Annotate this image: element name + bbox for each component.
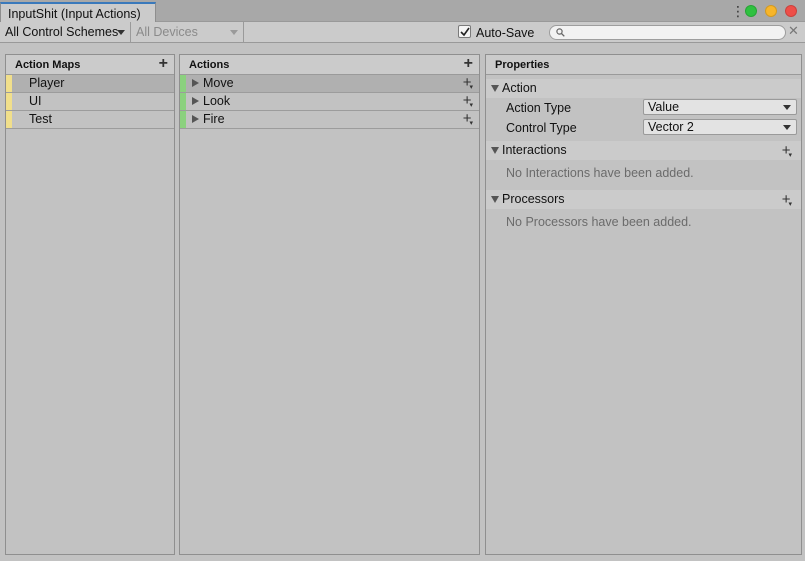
search-field[interactable] — [549, 25, 786, 40]
action-map-color-strip — [6, 75, 12, 92]
processors-empty-message: No Processors have been added. — [506, 215, 692, 229]
collapse-arrow-icon[interactable] — [491, 85, 499, 92]
action-label: Look — [203, 94, 231, 108]
add-interaction-icon[interactable]: +▾ — [782, 141, 794, 163]
search-input[interactable] — [568, 26, 778, 39]
action-map-item-test[interactable]: Test — [6, 111, 174, 129]
autosave-checkbox[interactable] — [458, 25, 471, 38]
action-type-label: Action Type — [506, 101, 572, 115]
action-type-row: Action Type Value — [486, 98, 801, 118]
action-color-strip — [180, 111, 186, 128]
control-type-row: Control Type Vector 2 — [486, 118, 801, 138]
actions-title: Actions — [189, 59, 230, 71]
more-options-icon[interactable]: ⋮ — [731, 4, 745, 18]
expand-arrow-icon[interactable] — [192, 115, 199, 123]
processors-section-header[interactable]: Processors +▾ — [486, 190, 801, 209]
action-item-fire[interactable]: Fire +▾ — [180, 111, 479, 129]
action-section-title: Action — [502, 81, 537, 95]
add-action-map-icon[interactable]: + — [159, 56, 168, 72]
checkmark-icon — [460, 27, 470, 37]
action-section-header[interactable]: Action — [486, 79, 801, 98]
control-type-label: Control Type — [506, 121, 577, 135]
action-type-value: Value — [648, 100, 680, 114]
toolbar: All Control Schemes All Devices Auto-Sav… — [0, 22, 805, 43]
properties-header: Properties — [486, 55, 801, 75]
properties-panel: Properties Action Action Type Value Cont… — [485, 54, 802, 555]
collapse-arrow-icon[interactable] — [491, 147, 499, 154]
devices-dropdown: All Devices — [131, 22, 244, 43]
window-controls: ⋮ — [731, 4, 797, 18]
interactions-section-title: Interactions — [502, 143, 567, 157]
actions-header: Actions + — [180, 55, 479, 75]
add-action-icon[interactable]: + — [464, 56, 473, 72]
action-map-color-strip — [6, 93, 12, 110]
control-type-value: Vector 2 — [648, 120, 694, 134]
chevron-down-icon — [117, 30, 125, 35]
collapse-arrow-icon[interactable] — [491, 196, 499, 203]
action-map-label: UI — [29, 94, 42, 108]
interactions-section-header[interactable]: Interactions +▾ — [486, 141, 801, 160]
processors-section-title: Processors — [502, 192, 565, 206]
actions-panel: Actions + Move +▾ Look +▾ Fire +▾ — [179, 54, 480, 555]
autosave-label: Auto-Save — [476, 26, 535, 40]
add-processor-icon[interactable]: +▾ — [782, 190, 794, 212]
action-type-dropdown[interactable]: Value — [643, 99, 797, 115]
properties-title: Properties — [495, 59, 550, 71]
window-tab[interactable]: InputShit (Input Actions) — [0, 2, 156, 23]
action-color-strip — [180, 93, 186, 110]
title-bar: InputShit (Input Actions) ⋮ — [0, 0, 805, 23]
red-window-button[interactable] — [785, 5, 797, 17]
action-item-look[interactable]: Look +▾ — [180, 93, 479, 111]
action-map-label: Player — [29, 76, 65, 90]
control-schemes-label: All Control Schemes — [5, 25, 119, 39]
control-schemes-dropdown[interactable]: All Control Schemes — [0, 22, 131, 43]
expand-arrow-icon[interactable] — [192, 79, 199, 87]
interactions-empty-message: No Interactions have been added. — [506, 166, 694, 180]
action-map-label: Test — [29, 112, 52, 126]
search-icon — [556, 28, 565, 37]
yellow-window-button[interactable] — [765, 5, 777, 17]
add-binding-icon[interactable]: +▾ — [463, 111, 475, 130]
action-color-strip — [180, 75, 186, 92]
action-item-move[interactable]: Move +▾ — [180, 75, 479, 93]
chevron-down-icon — [783, 125, 791, 130]
action-maps-title: Action Maps — [15, 59, 81, 71]
clear-search-icon[interactable]: ✕ — [788, 24, 799, 38]
green-window-button[interactable] — [745, 5, 757, 17]
action-maps-panel: Action Maps + Player UI Test — [5, 54, 175, 555]
action-map-item-ui[interactable]: UI — [6, 93, 174, 111]
chevron-down-icon — [783, 105, 791, 110]
action-map-item-player[interactable]: Player — [6, 75, 174, 93]
action-label: Move — [203, 76, 234, 90]
action-map-color-strip — [6, 111, 12, 128]
expand-arrow-icon[interactable] — [192, 97, 199, 105]
devices-label: All Devices — [136, 25, 198, 39]
control-type-dropdown[interactable]: Vector 2 — [643, 119, 797, 135]
action-maps-header: Action Maps + — [6, 55, 174, 75]
action-label: Fire — [203, 112, 225, 126]
chevron-down-icon — [230, 30, 238, 35]
